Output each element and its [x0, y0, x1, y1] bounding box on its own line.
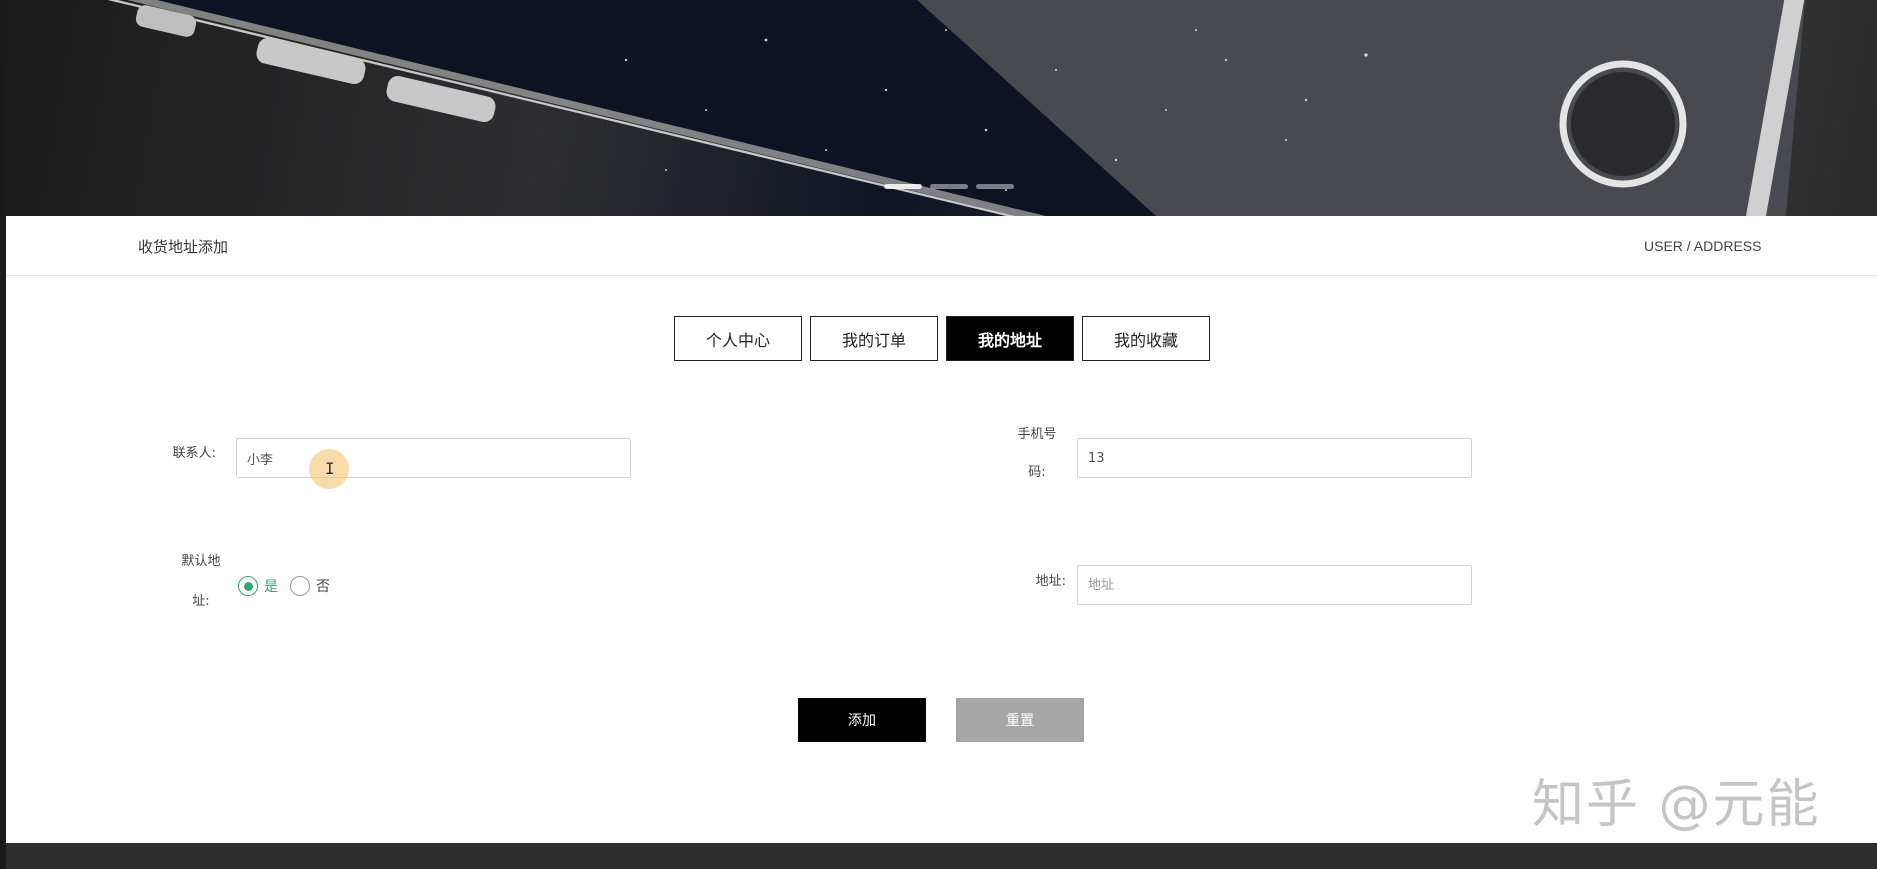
address-input[interactable] [1077, 565, 1472, 605]
tab-my-favorites[interactable]: 我的收藏 [1082, 316, 1210, 361]
text-cursor-icon: I [325, 459, 335, 478]
radio-circle-checked [238, 576, 258, 596]
carousel-dot[interactable] [976, 184, 1014, 189]
contact-label: 联系人: [172, 446, 216, 461]
radio-yes[interactable]: 是 [238, 576, 278, 596]
carousel-indicators [884, 184, 1014, 189]
radio-yes-label: 是 [264, 579, 278, 595]
phone-label-line1: 手机号 [1017, 427, 1057, 442]
watermark: 知乎 @元能 [1532, 775, 1821, 835]
radio-circle-unchecked [290, 576, 310, 596]
default-address-label-line2: 址: [192, 594, 210, 609]
reset-button[interactable]: 重置 [956, 698, 1084, 742]
phone-input[interactable] [1077, 438, 1472, 478]
default-address-radio-group: 是 否 [238, 576, 330, 596]
add-button[interactable]: 添加 [798, 698, 926, 742]
phone-label: 手机号 码: [1010, 416, 1064, 492]
radio-no-label: 否 [316, 579, 330, 595]
address-label: 地址: [1035, 574, 1066, 589]
tab-my-address[interactable]: 我的地址 [946, 316, 1074, 361]
contact-input[interactable] [236, 438, 631, 478]
breadcrumb: USER / ADDRESS [1644, 238, 1762, 254]
phone-label-line2: 码: [1028, 465, 1046, 480]
tab-my-orders[interactable]: 我的订单 [810, 316, 938, 361]
default-address-label: 默认地 址: [172, 542, 230, 622]
carousel-dot[interactable] [930, 184, 968, 189]
default-address-label-line1: 默认地 [181, 554, 221, 569]
tab-personal-center[interactable]: 个人中心 [674, 316, 802, 361]
title-bar: 收货地址添加 USER / ADDRESS [6, 216, 1877, 276]
hero-banner [6, 0, 1877, 216]
footer-bar [6, 843, 1877, 869]
radio-no[interactable]: 否 [290, 576, 330, 596]
page-title: 收货地址添加 [138, 238, 229, 256]
carousel-dot[interactable] [884, 184, 922, 189]
